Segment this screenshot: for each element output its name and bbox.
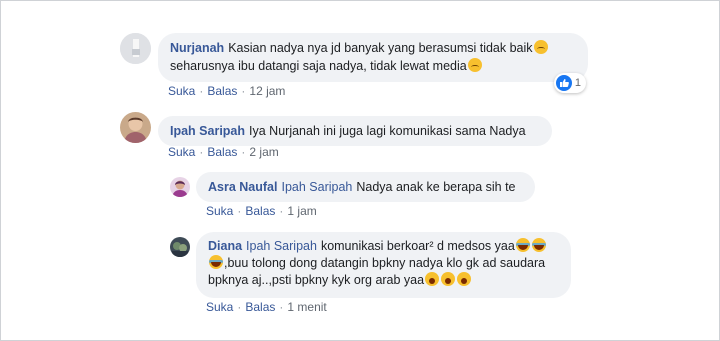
avatar-image	[170, 177, 190, 197]
comment-timestamp[interactable]: 1 menit	[287, 300, 326, 314]
avatar-image	[120, 33, 151, 64]
avatar[interactable]	[120, 33, 151, 64]
reply-button[interactable]: Balas	[245, 300, 275, 314]
avatar[interactable]	[170, 177, 190, 197]
comment-timestamp[interactable]: 1 jam	[287, 204, 316, 218]
separator-dot: ·	[199, 84, 204, 98]
comment-author[interactable]: Ipah Saripah	[170, 124, 245, 138]
reply-button[interactable]: Balas	[245, 204, 275, 218]
comment-text: Kasian nadya nya jd banyak yang berasums…	[228, 41, 533, 55]
avatar-image	[120, 112, 151, 143]
comment-timestamp[interactable]: 12 jam	[249, 84, 285, 98]
reaction-count-badge[interactable]: 1	[554, 73, 586, 93]
comment-text: Nadya anak ke berapa sih te	[356, 180, 516, 194]
separator-dot: ·	[241, 145, 246, 159]
separator-dot: ·	[241, 84, 246, 98]
astonished-emoji-icon	[441, 272, 456, 286]
avatar[interactable]	[120, 112, 151, 143]
separator-dot: ·	[279, 300, 284, 314]
comment-author[interactable]: Asra Naufal	[208, 180, 277, 194]
mention-link[interactable]: Ipah Saripah	[246, 239, 317, 253]
separator-dot: ·	[237, 204, 242, 218]
tears-of-joy-emoji-icon	[531, 238, 546, 252]
avatar[interactable]	[170, 237, 190, 257]
comment-actions: Suka · Balas · 12 jam	[168, 84, 285, 98]
like-button[interactable]: Suka	[168, 145, 195, 159]
comment-bubble: Diana Ipah Saripah komunikasi berkoar² d m…	[196, 232, 571, 298]
sad-emoji-icon	[533, 40, 548, 54]
like-button[interactable]: Suka	[206, 300, 233, 314]
comment-bubble: Ipah Saripah Iya Nurjanah ini juga lagi k…	[158, 116, 552, 146]
reaction-count: 1	[574, 77, 581, 89]
comment-author[interactable]: Diana	[208, 239, 242, 253]
comment-actions: Suka · Balas · 2 jam	[168, 145, 279, 159]
like-button[interactable]: Suka	[168, 84, 195, 98]
separator-dot: ·	[199, 145, 204, 159]
separator-dot: ·	[237, 300, 242, 314]
thumbs-up-icon	[556, 75, 572, 91]
reply-button[interactable]: Balas	[207, 145, 237, 159]
astonished-emoji-icon	[425, 272, 440, 286]
like-button[interactable]: Suka	[206, 204, 233, 218]
astonished-emoji-icon	[457, 272, 472, 286]
sad-emoji-icon	[467, 58, 482, 72]
separator-dot: ·	[279, 204, 284, 218]
avatar-image	[170, 237, 190, 257]
comment-author[interactable]: Nurjanah	[170, 41, 224, 55]
mention-link[interactable]: Ipah Saripah	[281, 180, 352, 194]
comment-timestamp[interactable]: 2 jam	[249, 145, 278, 159]
comment-text: bpknya aj..,psti bpkny kyk org arab yaa	[208, 273, 425, 287]
comment-actions: Suka · Balas · 1 jam	[206, 204, 317, 218]
tears-of-joy-emoji-icon	[209, 255, 223, 269]
comment-text: seharusnya ibu datangi saja nadya, tidak…	[170, 59, 467, 73]
tears-of-joy-emoji-icon	[515, 238, 530, 252]
comment-text: Iya Nurjanah ini juga lagi komunikasi sa…	[249, 124, 526, 138]
comment-bubble: Nurjanah Kasian nadya nya jd banyak yang …	[158, 33, 588, 82]
comment-bubble: Asra Naufal Ipah Saripah Nadya anak ke ber…	[196, 172, 535, 202]
comment-actions: Suka · Balas · 1 menit	[206, 300, 327, 314]
comment-text: ,buu tolong dong datangin bpkny nadya kl…	[224, 256, 546, 270]
comment-text: komunikasi berkoar² d medsos yaa	[320, 239, 515, 253]
reply-button[interactable]: Balas	[207, 84, 237, 98]
